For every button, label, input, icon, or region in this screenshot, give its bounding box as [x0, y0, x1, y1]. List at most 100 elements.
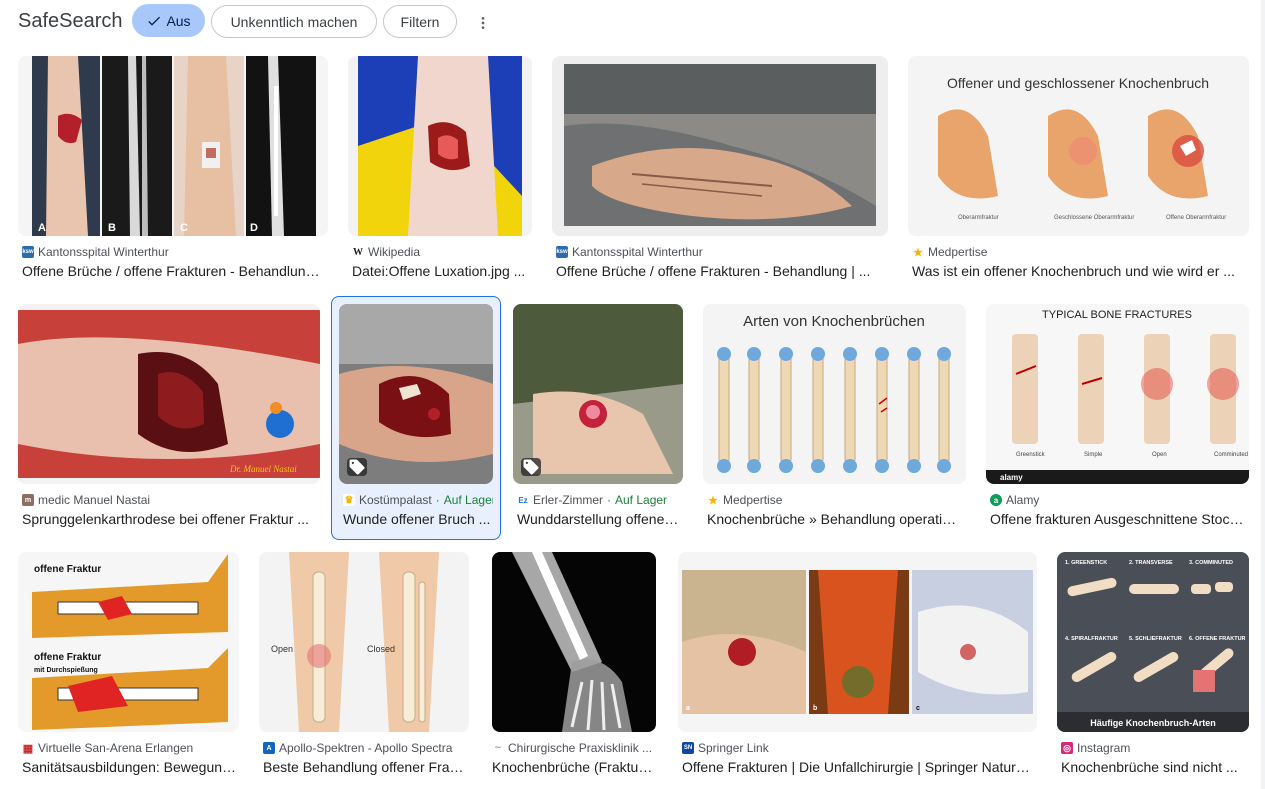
image-label: 1. GREENSTICK — [1065, 560, 1107, 566]
site-favicon-icon: ksw — [22, 246, 34, 258]
instagram-icon: ◎ — [1061, 742, 1073, 754]
result-title[interactable]: Offene Brüche / offene Frakturen - Behan… — [22, 263, 322, 279]
result-source[interactable]: ~ Chirurgische Praxisklinik ... — [492, 741, 656, 755]
result-title[interactable]: Offene Frakturen | Die Unfallchirurgie |… — [682, 759, 1033, 775]
result-thumbnail[interactable]: 1. GREENSTICK 2. TRANSVERSE 3. COMMINUTE… — [1057, 552, 1249, 732]
result-title[interactable]: Was ist ein offener Knochenbruch und wie… — [912, 263, 1245, 279]
site-favicon-icon: a — [990, 494, 1002, 506]
result-source[interactable]: Ez Erler-Zimmer · Auf Lager — [517, 493, 679, 507]
site-favicon-icon: ksw — [556, 246, 568, 258]
site-favicon-icon: ~ — [492, 742, 504, 754]
result-title[interactable]: Sanitätsausbildungen: Bewegungs... — [22, 759, 237, 775]
image-label: c — [916, 705, 920, 712]
result-source[interactable]: ksw Kantonsspital Winterthur — [22, 245, 322, 259]
check-icon — [148, 16, 161, 26]
result-title[interactable]: Datei:Offene Luxation.jpg ... — [352, 263, 528, 279]
more-vert-icon[interactable] — [470, 10, 496, 36]
result-thumbnail[interactable] — [552, 56, 888, 236]
source-name: Kostümpalast — [359, 493, 432, 507]
filter-chip[interactable]: Filtern — [383, 5, 457, 38]
result-title[interactable]: Offene Brüche / offene Frakturen - Behan… — [556, 263, 882, 279]
star-icon: ★ — [912, 246, 924, 259]
result-thumbnail[interactable]: a b c — [678, 552, 1037, 732]
image-label: Oberarmfraktur — [958, 215, 999, 221]
image-footer: Häufige Knochenbruch-Arten — [1090, 718, 1216, 728]
crown-icon: ♛ — [343, 494, 355, 506]
result-source[interactable]: ksw Kantonsspital Winterthur — [556, 245, 882, 259]
safesearch-off-label: Aus — [166, 12, 191, 29]
source-name: Virtuelle San-Arena Erlangen — [38, 741, 194, 755]
result-thumbnail[interactable]: TYPICAL BONE FRACTURES Greenstick Simple… — [986, 304, 1249, 484]
image-label: D — [250, 222, 258, 234]
result-thumbnail[interactable] — [339, 304, 493, 484]
result-card-selected[interactable]: ♛ Kostümpalast · Auf Lager Wunde offener… — [331, 296, 501, 540]
image-label: Greenstick — [1016, 452, 1046, 458]
result-source[interactable]: m medic Manuel Nastai — [22, 493, 316, 507]
source-name: medic Manuel Nastai — [38, 493, 151, 507]
result-title[interactable]: Wunde offener Bruch ... — [343, 511, 493, 527]
result-thumbnail[interactable] — [348, 56, 532, 236]
image-heading: Offener und geschlossener Knochenbruch — [947, 75, 1209, 91]
product-tag-icon — [521, 458, 541, 476]
image-label: Geschlossene Oberarmfraktur — [1054, 215, 1134, 221]
result-thumbnail[interactable]: Arten von Knochenbrüchen — [703, 304, 966, 484]
result-title[interactable]: Knochenbrüche sind nicht ... — [1061, 759, 1245, 775]
source-name: Erler-Zimmer — [533, 493, 603, 507]
result-title[interactable]: Sprunggelenkarthrodese bei offener Frakt… — [22, 511, 316, 527]
image-label: A — [38, 222, 46, 234]
image-label: 6. OFFENE FRAKTUR — [1189, 636, 1246, 642]
result-source[interactable]: ♛ Kostümpalast · Auf Lager — [343, 493, 493, 507]
image-label: Comminuted — [1214, 452, 1248, 458]
result-thumbnail[interactable]: Offener und geschlossener Knochenbruch O… — [908, 56, 1249, 236]
result-source[interactable]: ★ Medpertise — [707, 493, 962, 507]
image-label: B — [108, 222, 116, 234]
image-label: Open — [1152, 452, 1167, 458]
result-source[interactable]: a Alamy — [990, 493, 1245, 507]
source-name: Instagram — [1077, 741, 1131, 755]
site-favicon-icon: ▦ — [22, 742, 34, 755]
result-source[interactable]: ◎ Instagram — [1061, 741, 1245, 755]
image-heading: Arten von Knochenbrüchen — [743, 313, 925, 330]
source-name: Kantonsspital Winterthur — [572, 245, 703, 259]
site-favicon-icon: A — [263, 742, 275, 754]
safesearch-bar: SafeSearch Aus Unkenntlich machen Filter… — [0, 0, 1265, 44]
wikipedia-icon: W — [352, 246, 364, 258]
source-name: Chirurgische Praxisklinik ... — [508, 741, 653, 755]
result-thumbnail[interactable]: Dr. Manuel Nastai — [18, 304, 320, 484]
safesearch-title: SafeSearch — [18, 10, 123, 32]
image-label: a — [686, 705, 690, 712]
result-thumbnail[interactable] — [492, 552, 656, 732]
result-source[interactable]: SN Springer Link — [682, 741, 1033, 755]
star-icon: ★ — [707, 494, 719, 507]
result-title[interactable]: Beste Behandlung offener Fraktur ... — [263, 759, 465, 775]
image-label: mit Durchspießung — [34, 667, 98, 674]
result-title[interactable]: Wunddarstellung offener ... — [517, 511, 679, 527]
image-label: C — [180, 222, 188, 234]
result-thumbnail[interactable]: A B C D — [18, 56, 328, 236]
image-label: 3. COMMINUTED — [1189, 560, 1233, 566]
result-title[interactable]: Knochenbrüche » Behandlung operativ ... — [707, 511, 962, 527]
result-title[interactable]: Offene frakturen Ausgeschnittene Stock .… — [990, 511, 1245, 527]
image-label: 2. TRANSVERSE — [1129, 560, 1173, 566]
image-watermark: Dr. Manuel Nastai — [229, 464, 297, 474]
result-source[interactable]: W Wikipedia — [352, 245, 528, 259]
safesearch-off-chip[interactable]: Aus — [132, 4, 205, 37]
blur-chip[interactable]: Unkenntlich machen — [211, 5, 377, 38]
result-source[interactable]: ▦ Virtuelle San-Arena Erlangen — [22, 741, 237, 755]
source-name: Medpertise — [723, 493, 783, 507]
result-source[interactable]: A Apollo-Spektren - Apollo Spectra — [263, 741, 465, 755]
result-title[interactable]: Knochenbrüche (Frakturen) ... — [492, 759, 656, 775]
result-source[interactable]: ★ Medpertise — [912, 245, 1245, 259]
site-favicon-icon: SN — [682, 742, 694, 754]
product-tag-icon — [347, 458, 367, 476]
source-name: Medpertise — [928, 245, 988, 259]
result-thumbnail[interactable]: Open Closed — [259, 552, 469, 732]
image-brand: alamy — [1000, 473, 1023, 482]
page-scrollbar[interactable] — [1261, 0, 1265, 789]
image-label: Open — [271, 644, 293, 654]
site-favicon-icon: Ez — [517, 494, 529, 506]
image-label: b — [813, 705, 817, 712]
result-thumbnail[interactable] — [513, 304, 683, 484]
image-heading: TYPICAL BONE FRACTURES — [1042, 309, 1192, 321]
result-thumbnail[interactable]: offene Fraktur offene Fraktur mit Durchs… — [18, 552, 239, 732]
